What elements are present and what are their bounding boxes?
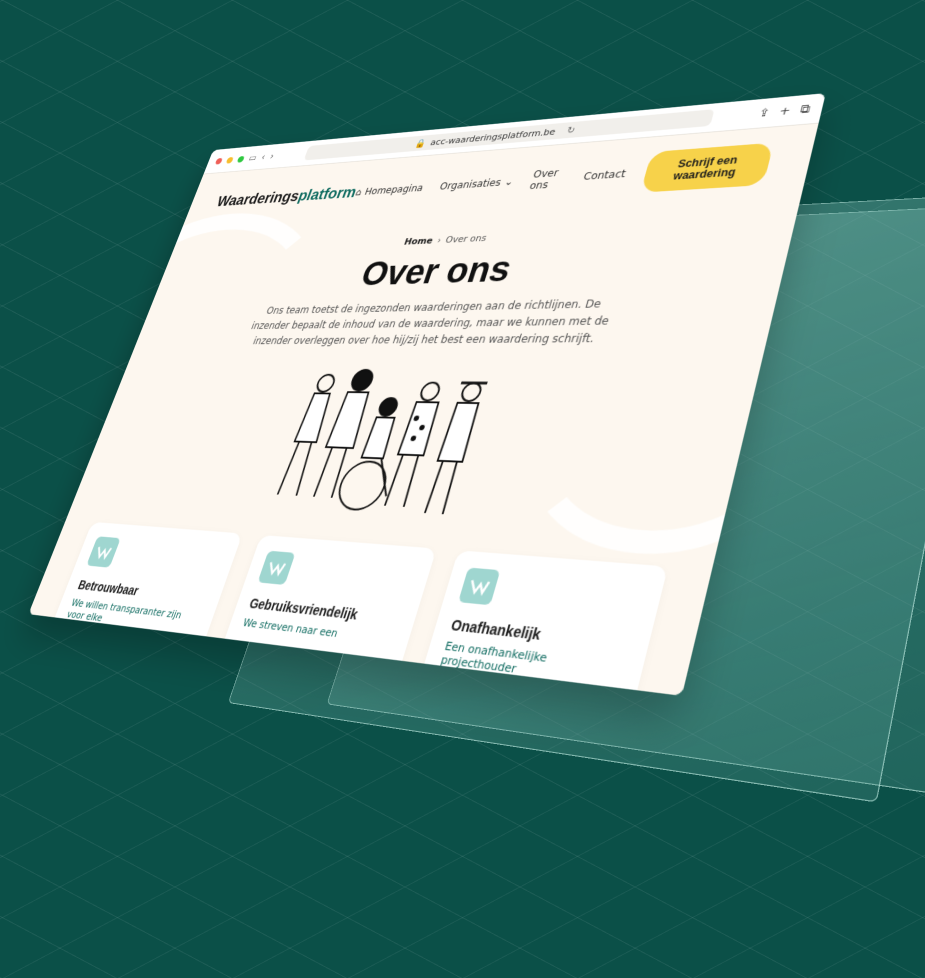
feature-card: Betrouwbaar We willen transparanter zijn… — [37, 522, 242, 685]
nav-about-label: Over ons — [528, 166, 568, 191]
nav-contact-link[interactable]: Contact — [582, 168, 627, 183]
people-illustration — [250, 364, 515, 525]
nav-home-link[interactable]: ⌂ Homepagina — [354, 182, 425, 197]
nav-home-label: Homepagina — [363, 182, 425, 197]
checkmark-logo-icon — [86, 536, 120, 567]
maximize-window-button[interactable] — [237, 156, 245, 163]
breadcrumb-home-link[interactable]: Home — [403, 235, 435, 247]
new-tab-icon[interactable]: + — [778, 104, 792, 118]
lock-icon: 🔒 — [414, 138, 428, 149]
checkmark-logo-icon — [466, 576, 492, 596]
chevron-down-icon: ⌄ — [503, 176, 515, 188]
nav-organisations-link[interactable]: Organisaties ⌄ — [438, 176, 515, 192]
checkmark-logo-icon — [458, 568, 500, 606]
site-logo[interactable]: Waarderingsplatform — [214, 184, 359, 211]
nav-contact-label: Contact — [582, 168, 627, 183]
logo-text-main: Waarderings — [215, 188, 302, 210]
intro-text: Ons team toetst de ingezonden waardering… — [242, 295, 618, 349]
logo-text-accent: platform — [296, 184, 359, 204]
close-window-button[interactable] — [215, 158, 223, 165]
breadcrumb-current: Over ons — [444, 233, 488, 246]
site-content: Waarderingsplatform ⌂ Homepagina Organis… — [28, 124, 818, 696]
hero-section: Home › Over ons Over ons Ons team toetst… — [73, 217, 796, 546]
forward-arrow-icon[interactable]: › — [269, 151, 276, 161]
minimize-window-button[interactable] — [226, 157, 234, 164]
write-review-button[interactable]: Schrijf een waardering — [640, 143, 774, 193]
back-arrow-icon[interactable]: ‹ — [260, 152, 267, 162]
tabs-overview-icon[interactable]: ⧉ — [799, 102, 812, 116]
checkmark-logo-icon — [93, 543, 114, 560]
checkmark-logo-icon — [265, 558, 288, 576]
nav-about-link[interactable]: Over ons — [528, 166, 568, 191]
reload-icon[interactable]: ↻ — [566, 124, 577, 135]
nav-organisations-label: Organisaties — [438, 177, 502, 192]
share-icon[interactable]: ⇪ — [757, 106, 771, 120]
sidebar-toggle-icon[interactable]: ▭ — [247, 153, 258, 164]
address-url: acc-waarderingsplatform.be — [429, 126, 557, 147]
perspective-stage: ▭ ‹ › 🔒 acc-waarderingsplatform.be ↻ ⇪ +… — [0, 0, 925, 978]
breadcrumb-separator: › — [436, 235, 443, 246]
checkmark-logo-icon — [257, 551, 295, 585]
